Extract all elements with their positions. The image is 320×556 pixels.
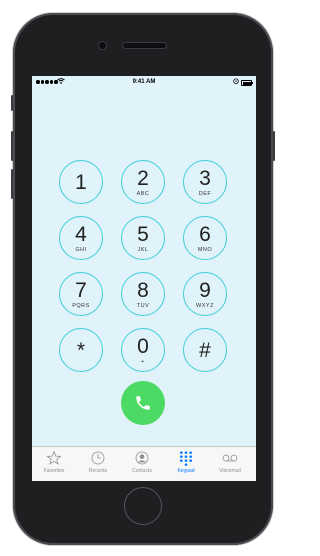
key-digit: 5 — [137, 222, 149, 246]
key-pound[interactable]: # — [183, 328, 227, 372]
star-icon — [46, 450, 62, 465]
key-digit: 3 — [199, 166, 211, 190]
key-digit: 8 — [137, 278, 149, 302]
phone-screen: 9:41 AM 1 2 ABC 3 DEF 4 GHI 5 JKL 6 MNO 7 PQRS 8 TUV 9 W… — [32, 76, 256, 481]
key-one[interactable]: 1 — [59, 160, 103, 204]
battery-icon — [241, 80, 253, 86]
key-digit: * — [76, 338, 86, 362]
status-time: 9:41 AM — [132, 79, 156, 85]
key-digit: 2 — [137, 166, 149, 190]
key-five[interactable]: 5 JKL — [121, 216, 165, 260]
key-digit: 9 — [199, 278, 211, 302]
key-digit: 4 — [75, 222, 87, 246]
volume-down-button — [11, 169, 13, 199]
earpiece-speaker — [123, 43, 166, 48]
key-star[interactable]: * — [59, 328, 103, 372]
key-digit: 0 — [137, 334, 149, 358]
key-digit: 6 — [199, 222, 211, 246]
key-three[interactable]: 3 DEF — [183, 160, 227, 204]
voicemail-icon — [222, 454, 238, 462]
status-bar: 9:41 AM — [32, 76, 256, 90]
tab-voicemail[interactable]: Voicemail — [208, 450, 252, 474]
key-six[interactable]: 6 MNO — [183, 216, 227, 260]
phone-icon — [136, 396, 150, 410]
mute-switch — [11, 95, 13, 111]
key-letters: ABC — [136, 190, 150, 197]
key-digit: # — [199, 338, 211, 362]
home-button[interactable] — [124, 487, 162, 525]
key-letters: PQRS — [72, 302, 90, 309]
call-button[interactable] — [121, 381, 165, 425]
key-four[interactable]: 4 GHI — [59, 216, 103, 260]
key-letters: DEF — [198, 190, 212, 197]
volume-up-button — [11, 131, 13, 161]
key-nine[interactable]: 9 WXYZ — [183, 272, 227, 316]
key-eight[interactable]: 8 TUV — [121, 272, 165, 316]
front-camera — [99, 42, 106, 49]
key-two[interactable]: 2 ABC — [121, 160, 165, 204]
keypad-icon — [180, 451, 192, 466]
key-digit: 1 — [75, 170, 87, 194]
key-letters: GHI — [75, 246, 87, 253]
key-letters: + — [141, 358, 145, 365]
alarm-icon — [233, 78, 239, 86]
tab-bar: Favorites Recents Contacts Keypad Voicem… — [32, 446, 256, 481]
clock-icon — [91, 451, 105, 465]
key-zero[interactable]: 0 + — [121, 328, 165, 372]
tab-favorites[interactable]: Favorites — [32, 450, 76, 474]
power-button — [273, 131, 275, 161]
tab-recents[interactable]: Recents — [76, 450, 120, 474]
key-letters: JKL — [137, 246, 149, 253]
key-letters: TUV — [136, 302, 150, 309]
key-seven[interactable]: 7 PQRS — [59, 272, 103, 316]
key-digit: 7 — [75, 278, 87, 302]
key-letters: MNO — [197, 246, 213, 253]
tab-contacts[interactable]: Contacts — [120, 450, 164, 474]
contact-icon — [135, 451, 149, 465]
key-letters: WXYZ — [196, 302, 214, 309]
tab-keypad[interactable]: Keypad — [164, 450, 208, 474]
